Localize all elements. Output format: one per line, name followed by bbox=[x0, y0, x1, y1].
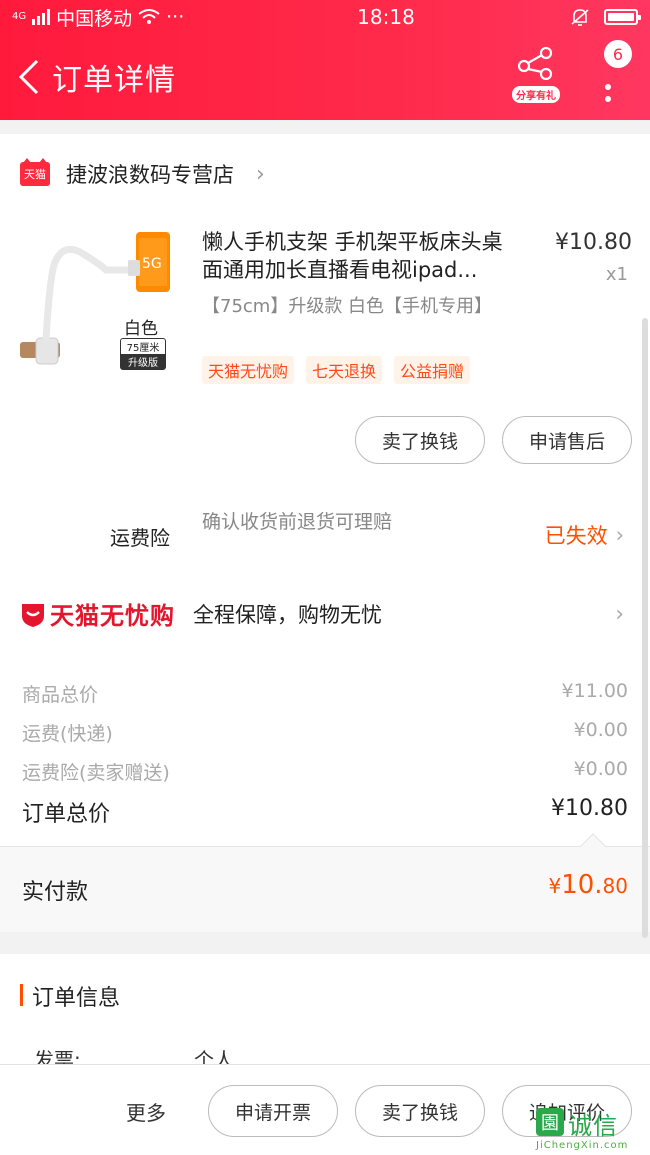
sell-for-cash-bottom-button[interactable]: 卖了换钱 bbox=[355, 1085, 485, 1137]
shop-row[interactable]: 天猫 捷波浪数码专营店 › bbox=[20, 154, 265, 194]
battery-icon bbox=[604, 9, 641, 25]
paid-cents: 80 bbox=[602, 874, 628, 898]
message-badge: 6 bbox=[604, 40, 632, 68]
scrollbar[interactable] bbox=[642, 318, 648, 938]
more-actions-link[interactable]: 更多 bbox=[126, 1097, 166, 1126]
watermark-logo-icon: 園 bbox=[536, 1108, 564, 1136]
after-sale-button[interactable]: 申请售后 bbox=[502, 416, 632, 464]
tmall-logo: 天猫 bbox=[20, 158, 50, 186]
guarantee-brand: 天猫无忧购 bbox=[50, 602, 175, 630]
svg-text:5G: 5G bbox=[142, 256, 162, 272]
paid-section: 实付款 ¥10.80 bbox=[0, 846, 650, 932]
product-quantity: x1 bbox=[605, 264, 628, 285]
divider bbox=[0, 846, 650, 847]
network-type: 4G bbox=[12, 11, 27, 22]
share-button[interactable]: 分享有礼 bbox=[508, 46, 564, 106]
fee-value: ¥0.00 bbox=[573, 719, 628, 741]
insurance-status-text: 已失效 bbox=[544, 524, 608, 548]
chevron-right-icon: › bbox=[615, 602, 624, 627]
watermark-text: 诚信 bbox=[568, 1112, 618, 1140]
page-title: 订单详情 bbox=[52, 63, 176, 98]
image-color-label: 白色 bbox=[124, 319, 158, 339]
request-invoice-button[interactable]: 申请开票 bbox=[208, 1085, 338, 1137]
more-dot-icon bbox=[605, 84, 611, 90]
order-total-value: ¥10.80 bbox=[551, 796, 628, 821]
fee-label: 运费(快递) bbox=[22, 723, 113, 745]
fee-value: ¥11.00 bbox=[561, 680, 628, 702]
image-version-text: 升级版 bbox=[121, 354, 165, 369]
back-button[interactable] bbox=[6, 47, 52, 107]
order-info-title: 订单信息 bbox=[32, 986, 121, 1011]
insurance-label: 运费险 bbox=[110, 526, 170, 550]
fee-label: 运费险(卖家赠送) bbox=[22, 762, 170, 784]
top-bar: 4G 中国移动 ··· 18:18 订单详情 分享有礼 6 bbox=[0, 0, 650, 120]
service-tags: 天猫无忧购 七天退换 公益捐赠 bbox=[202, 356, 471, 384]
wifi-icon bbox=[138, 9, 160, 24]
tag-wuyou: 天猫无忧购 bbox=[202, 356, 295, 384]
section-accent-bar bbox=[20, 984, 23, 1006]
image-size-label: 75厘米 升级版 bbox=[120, 338, 166, 370]
order-total-label: 订单总价 bbox=[22, 802, 111, 827]
order-card: 天猫 捷波浪数码专营店 › 5G 白色 75厘米 升级版 懒人手机支架 手机架平… bbox=[0, 134, 650, 938]
status-bar: 4G 中国移动 ··· 18:18 bbox=[0, 0, 650, 34]
chevron-right-icon: › bbox=[256, 161, 265, 187]
chevron-right-icon: › bbox=[615, 523, 624, 547]
shop-name: 捷波浪数码专营店 bbox=[66, 163, 234, 187]
insurance-status[interactable]: 已失效 › bbox=[545, 520, 624, 550]
fee-label: 商品总价 bbox=[22, 684, 99, 706]
chevron-left-icon bbox=[18, 59, 39, 95]
status-more: ··· bbox=[166, 6, 185, 28]
carrier-name: 中国移动 bbox=[56, 7, 133, 30]
paid-label: 实付款 bbox=[22, 880, 89, 905]
fee-row: 商品总价 ¥11.00 bbox=[22, 680, 628, 707]
watermark-sub: JiChengXin.com bbox=[536, 1140, 629, 1151]
paid-integer: 10. bbox=[561, 870, 603, 900]
product-sku: 【75cm】升级款 白色【手机专用】 bbox=[202, 296, 493, 317]
fee-row: 运费险(卖家赠送) ¥0.00 bbox=[22, 758, 628, 785]
share-label: 分享有礼 bbox=[512, 86, 560, 103]
guarantee-text: 全程保障，购物无忧 bbox=[193, 602, 382, 627]
share-icon bbox=[517, 46, 553, 81]
tag-return: 七天退换 bbox=[306, 356, 383, 384]
product-image[interactable]: 5G 白色 75厘米 升级版 bbox=[20, 230, 180, 384]
guarantee-row[interactable]: 天猫无忧购 全程保障，购物无忧 bbox=[20, 596, 382, 631]
product-price: ¥10.80 bbox=[555, 230, 632, 255]
fee-row: 运费(快递) ¥0.00 bbox=[22, 719, 628, 746]
fee-value: ¥0.00 bbox=[573, 758, 628, 780]
order-total-row: 订单总价 ¥10.80 bbox=[22, 796, 628, 828]
product-title[interactable]: 懒人手机支架 手机架平板床头桌面通用加长直播看电视ipad... bbox=[202, 228, 522, 284]
more-dot-icon bbox=[605, 96, 611, 102]
tmall-shield-icon bbox=[22, 603, 44, 627]
clock: 18:18 bbox=[357, 5, 415, 29]
tag-charity: 公益捐赠 bbox=[394, 356, 471, 384]
image-size-text: 75厘米 bbox=[126, 343, 160, 354]
nav-bar: 订单详情 分享有礼 bbox=[0, 34, 650, 120]
paid-currency: ¥ bbox=[548, 874, 562, 898]
signal-icon bbox=[32, 9, 51, 25]
mute-bell-icon bbox=[571, 9, 589, 26]
insurance-description: 确认收货前退货可理赔 bbox=[202, 511, 393, 533]
paid-amount: ¥10.80 bbox=[548, 870, 628, 900]
watermark: 園 诚信 JiChengXin.com bbox=[532, 1106, 650, 1155]
sell-for-cash-button[interactable]: 卖了换钱 bbox=[355, 416, 485, 464]
